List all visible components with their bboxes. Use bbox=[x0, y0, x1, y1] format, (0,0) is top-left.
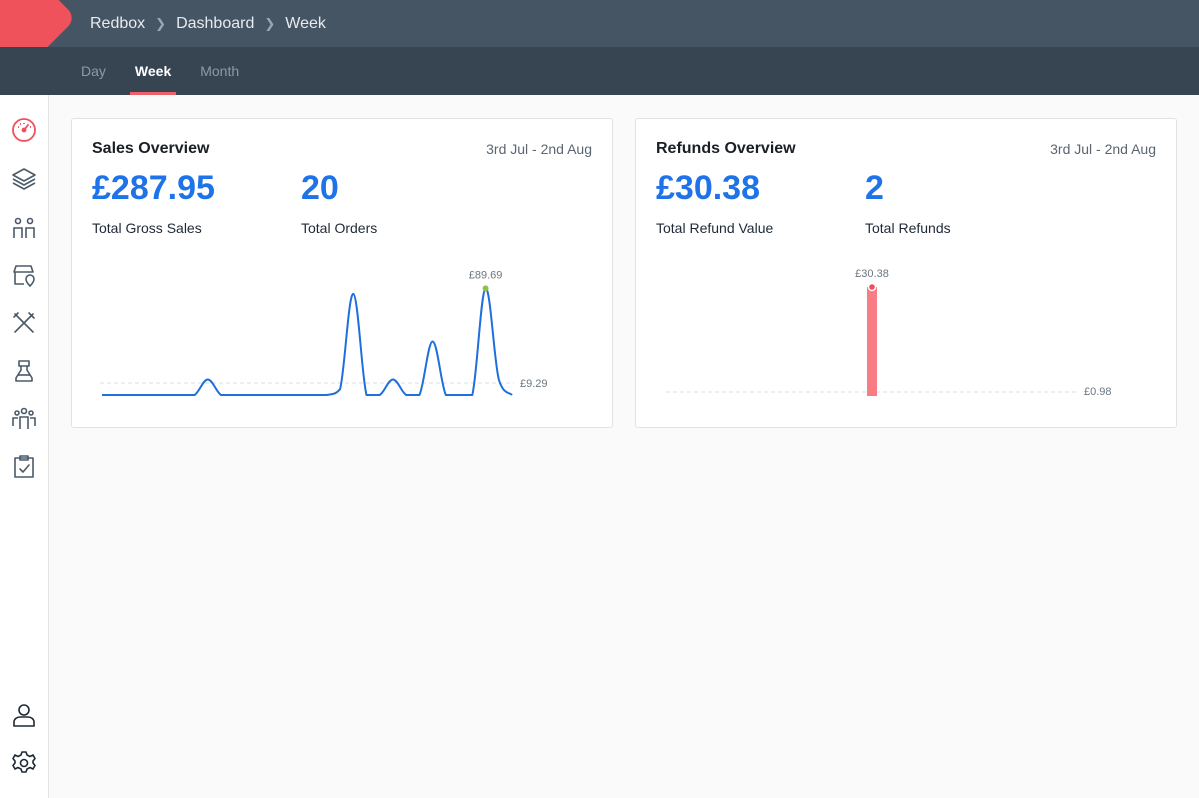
tab-month[interactable]: Month bbox=[196, 47, 243, 95]
total-refund-value-label: Total Refund Value bbox=[656, 220, 774, 236]
sales-line-chart: £89.69 £9.29 bbox=[100, 269, 548, 396]
total-refund-value: £30.38 bbox=[656, 169, 760, 207]
peak-point bbox=[867, 282, 877, 292]
team-icon[interactable] bbox=[10, 405, 38, 433]
date-range: 3rd Jul - 2nd Aug bbox=[486, 141, 592, 157]
chevron-right-icon: ❯ bbox=[264, 15, 276, 31]
peak-value-label: £89.69 bbox=[469, 269, 503, 281]
total-gross-sales-label: Total Gross Sales bbox=[92, 220, 202, 236]
sales-overview-card: Sales Overview 3rd Jul - 2nd Aug £287.95… bbox=[71, 118, 613, 428]
total-refunds-count: 2 bbox=[865, 169, 884, 207]
sidebar bbox=[0, 95, 49, 798]
total-orders-label: Total Orders bbox=[301, 220, 378, 236]
total-refunds-label: Total Refunds bbox=[865, 220, 951, 236]
total-orders-value: 20 bbox=[301, 169, 339, 207]
user-icon[interactable] bbox=[10, 701, 38, 729]
tab-day[interactable]: Day bbox=[77, 47, 110, 95]
period-tabs: Day Week Month bbox=[77, 47, 264, 95]
dashboard-gauge-icon[interactable] bbox=[10, 116, 38, 144]
breadcrumb-week: Week bbox=[285, 14, 326, 32]
date-range: 3rd Jul - 2nd Aug bbox=[1050, 141, 1156, 157]
sales-series-line bbox=[102, 287, 513, 396]
peak-value-label: £30.38 bbox=[855, 268, 889, 280]
chef-icon[interactable] bbox=[10, 357, 38, 385]
top-header: Redbox ❯ Dashboard ❯ Week bbox=[0, 0, 1199, 75]
refunds-bar-chart: £30.38 £0.98 bbox=[666, 268, 1112, 398]
card-title: Refunds Overview bbox=[656, 140, 796, 157]
breadcrumb-redbox[interactable]: Redbox bbox=[90, 15, 145, 33]
store-location-icon[interactable] bbox=[10, 261, 38, 289]
average-value-label: £0.98 bbox=[1084, 386, 1112, 398]
people-icon[interactable] bbox=[10, 214, 38, 242]
tab-week[interactable]: Week bbox=[129, 47, 177, 95]
utensils-icon[interactable] bbox=[10, 309, 38, 337]
breadcrumb: Redbox ❯ Dashboard ❯ Week bbox=[90, 0, 326, 47]
peak-point bbox=[482, 285, 489, 292]
refunds-overview-card: Refunds Overview 3rd Jul - 2nd Aug £30.3… bbox=[635, 118, 1177, 428]
layers-icon[interactable] bbox=[10, 165, 38, 193]
settings-gear-icon[interactable] bbox=[10, 749, 38, 777]
breadcrumb-dashboard[interactable]: Dashboard bbox=[176, 15, 254, 33]
total-gross-sales-value: £287.95 bbox=[92, 169, 215, 207]
average-value-label: £9.29 bbox=[520, 378, 548, 390]
clipboard-check-icon[interactable] bbox=[10, 453, 38, 481]
chevron-right-icon: ❯ bbox=[155, 15, 167, 31]
card-title: Sales Overview bbox=[92, 140, 210, 157]
refund-bar bbox=[867, 287, 877, 396]
